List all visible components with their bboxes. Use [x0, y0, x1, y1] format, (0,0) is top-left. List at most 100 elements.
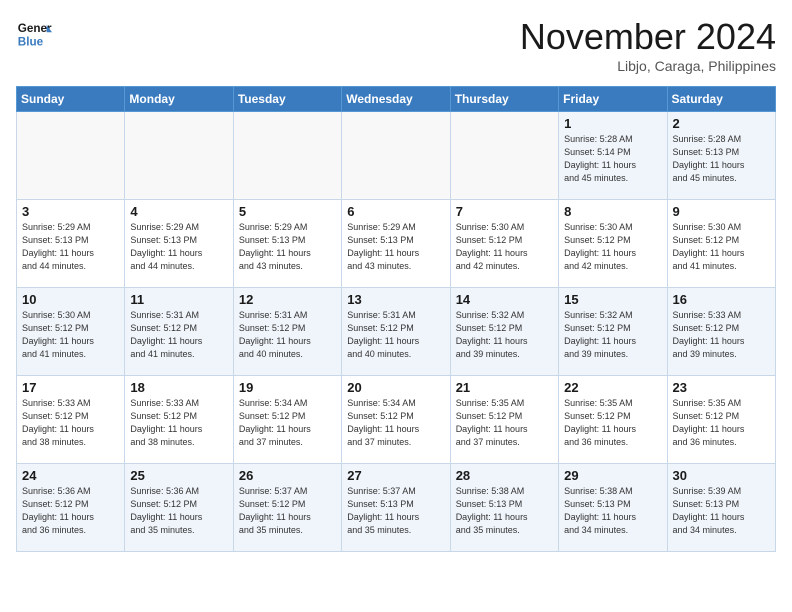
day-number: 27 [347, 468, 444, 483]
day-number: 2 [673, 116, 770, 131]
calendar-cell: 21 Sunrise: 5:35 AM Sunset: 5:12 PM Dayli… [450, 376, 558, 464]
calendar-cell: 17 Sunrise: 5:33 AM Sunset: 5:12 PM Dayli… [17, 376, 125, 464]
logo: General Blue [16, 16, 52, 52]
day-number: 13 [347, 292, 444, 307]
day-number: 4 [130, 204, 227, 219]
weekday-header: Wednesday [342, 87, 450, 112]
day-info: Sunrise: 5:36 AM Sunset: 5:12 PM Dayligh… [130, 485, 227, 537]
calendar-cell: 27 Sunrise: 5:37 AM Sunset: 5:13 PM Dayli… [342, 464, 450, 552]
calendar-cell: 5 Sunrise: 5:29 AM Sunset: 5:13 PM Daylig… [233, 200, 341, 288]
day-info: Sunrise: 5:30 AM Sunset: 5:12 PM Dayligh… [564, 221, 661, 273]
calendar-cell: 20Sunrise: 5:34 AM Sunset: 5:12 PM Dayli… [342, 376, 450, 464]
day-number: 7 [456, 204, 553, 219]
calendar-cell: 11 Sunrise: 5:31 AM Sunset: 5:12 PM Dayli… [125, 288, 233, 376]
logo-icon: General Blue [16, 16, 52, 52]
day-info: Sunrise: 5:39 AM Sunset: 5:13 PM Dayligh… [673, 485, 770, 537]
calendar-cell: 18Sunrise: 5:33 AM Sunset: 5:12 PM Dayli… [125, 376, 233, 464]
calendar-cell [17, 112, 125, 200]
calendar-cell: 26 Sunrise: 5:37 AM Sunset: 5:12 PM Dayli… [233, 464, 341, 552]
day-info: Sunrise: 5:31 AM Sunset: 5:12 PM Dayligh… [239, 309, 336, 361]
calendar-cell: 13 Sunrise: 5:31 AM Sunset: 5:12 PM Dayli… [342, 288, 450, 376]
day-info: Sunrise: 5:32 AM Sunset: 5:12 PM Dayligh… [456, 309, 553, 361]
weekday-header: Monday [125, 87, 233, 112]
day-info: Sunrise: 5:31 AM Sunset: 5:12 PM Dayligh… [347, 309, 444, 361]
day-info: Sunrise: 5:38 AM Sunset: 5:13 PM Dayligh… [564, 485, 661, 537]
day-number: 29 [564, 468, 661, 483]
day-number: 23 [673, 380, 770, 395]
calendar-cell: 2 Sunrise: 5:28 AM Sunset: 5:13 PM Daylig… [667, 112, 775, 200]
day-info: Sunrise: 5:34 AM Sunset: 5:12 PM Dayligh… [347, 397, 444, 449]
day-info: Sunrise: 5:29 AM Sunset: 5:13 PM Dayligh… [22, 221, 119, 273]
calendar-week-row: 1 Sunrise: 5:28 AM Sunset: 5:14 PM Daylig… [17, 112, 776, 200]
calendar-week-row: 10Sunrise: 5:30 AM Sunset: 5:12 PM Dayli… [17, 288, 776, 376]
weekday-header: Saturday [667, 87, 775, 112]
day-number: 15 [564, 292, 661, 307]
calendar-cell: 24 Sunrise: 5:36 AM Sunset: 5:12 PM Dayli… [17, 464, 125, 552]
day-number: 26 [239, 468, 336, 483]
calendar-cell [233, 112, 341, 200]
day-info: Sunrise: 5:33 AM Sunset: 5:12 PM Dayligh… [22, 397, 119, 449]
calendar-cell: 28Sunrise: 5:38 AM Sunset: 5:13 PM Dayli… [450, 464, 558, 552]
day-number: 30 [673, 468, 770, 483]
day-number: 17 [22, 380, 119, 395]
day-info: Sunrise: 5:33 AM Sunset: 5:12 PM Dayligh… [130, 397, 227, 449]
day-info: Sunrise: 5:37 AM Sunset: 5:12 PM Dayligh… [239, 485, 336, 537]
day-info: Sunrise: 5:29 AM Sunset: 5:13 PM Dayligh… [239, 221, 336, 273]
day-info: Sunrise: 5:32 AM Sunset: 5:12 PM Dayligh… [564, 309, 661, 361]
page-header: General Blue November 2024 Libjo, Caraga… [16, 16, 776, 74]
day-info: Sunrise: 5:35 AM Sunset: 5:12 PM Dayligh… [673, 397, 770, 449]
day-number: 25 [130, 468, 227, 483]
day-number: 11 [130, 292, 227, 307]
calendar-cell: 25 Sunrise: 5:36 AM Sunset: 5:12 PM Dayli… [125, 464, 233, 552]
calendar-cell [450, 112, 558, 200]
day-info: Sunrise: 5:28 AM Sunset: 5:13 PM Dayligh… [673, 133, 770, 185]
day-info: Sunrise: 5:28 AM Sunset: 5:14 PM Dayligh… [564, 133, 661, 185]
day-info: Sunrise: 5:35 AM Sunset: 5:12 PM Dayligh… [456, 397, 553, 449]
day-number: 1 [564, 116, 661, 131]
weekday-header: Tuesday [233, 87, 341, 112]
calendar-week-row: 17 Sunrise: 5:33 AM Sunset: 5:12 PM Dayli… [17, 376, 776, 464]
day-info: Sunrise: 5:29 AM Sunset: 5:13 PM Dayligh… [347, 221, 444, 273]
calendar-cell: 29 Sunrise: 5:38 AM Sunset: 5:13 PM Dayli… [559, 464, 667, 552]
weekday-header: Thursday [450, 87, 558, 112]
day-info: Sunrise: 5:34 AM Sunset: 5:12 PM Dayligh… [239, 397, 336, 449]
calendar-week-row: 3Sunrise: 5:29 AM Sunset: 5:13 PM Daylig… [17, 200, 776, 288]
day-number: 16 [673, 292, 770, 307]
calendar-cell: 30 Sunrise: 5:39 AM Sunset: 5:13 PM Dayli… [667, 464, 775, 552]
day-info: Sunrise: 5:35 AM Sunset: 5:12 PM Dayligh… [564, 397, 661, 449]
day-number: 14 [456, 292, 553, 307]
day-number: 8 [564, 204, 661, 219]
title-block: November 2024 Libjo, Caraga, Philippines [520, 16, 776, 74]
calendar-cell: 22 Sunrise: 5:35 AM Sunset: 5:12 PM Dayli… [559, 376, 667, 464]
calendar-cell: 16 Sunrise: 5:33 AM Sunset: 5:12 PM Dayli… [667, 288, 775, 376]
day-number: 5 [239, 204, 336, 219]
day-info: Sunrise: 5:33 AM Sunset: 5:12 PM Dayligh… [673, 309, 770, 361]
calendar-cell: 8 Sunrise: 5:30 AM Sunset: 5:12 PM Daylig… [559, 200, 667, 288]
calendar-cell: 12 Sunrise: 5:31 AM Sunset: 5:12 PM Dayli… [233, 288, 341, 376]
day-number: 22 [564, 380, 661, 395]
weekday-header-row: SundayMondayTuesdayWednesdayThursdayFrid… [17, 87, 776, 112]
calendar-cell: 4Sunrise: 5:29 AM Sunset: 5:13 PM Daylig… [125, 200, 233, 288]
calendar-cell [125, 112, 233, 200]
day-number: 24 [22, 468, 119, 483]
calendar-table: SundayMondayTuesdayWednesdayThursdayFrid… [16, 86, 776, 552]
calendar-cell: 23 Sunrise: 5:35 AM Sunset: 5:12 PM Dayli… [667, 376, 775, 464]
day-info: Sunrise: 5:36 AM Sunset: 5:12 PM Dayligh… [22, 485, 119, 537]
calendar-week-row: 24 Sunrise: 5:36 AM Sunset: 5:12 PM Dayli… [17, 464, 776, 552]
day-info: Sunrise: 5:30 AM Sunset: 5:12 PM Dayligh… [456, 221, 553, 273]
weekday-header: Sunday [17, 87, 125, 112]
day-info: Sunrise: 5:30 AM Sunset: 5:12 PM Dayligh… [673, 221, 770, 273]
calendar-cell: 6 Sunrise: 5:29 AM Sunset: 5:13 PM Daylig… [342, 200, 450, 288]
calendar-cell: 9Sunrise: 5:30 AM Sunset: 5:12 PM Daylig… [667, 200, 775, 288]
day-info: Sunrise: 5:31 AM Sunset: 5:12 PM Dayligh… [130, 309, 227, 361]
calendar-cell [342, 112, 450, 200]
day-number: 6 [347, 204, 444, 219]
day-number: 12 [239, 292, 336, 307]
calendar-cell: 7 Sunrise: 5:30 AM Sunset: 5:12 PM Daylig… [450, 200, 558, 288]
calendar-cell: 10Sunrise: 5:30 AM Sunset: 5:12 PM Dayli… [17, 288, 125, 376]
calendar-cell: 3Sunrise: 5:29 AM Sunset: 5:13 PM Daylig… [17, 200, 125, 288]
day-info: Sunrise: 5:37 AM Sunset: 5:13 PM Dayligh… [347, 485, 444, 537]
calendar-cell: 14 Sunrise: 5:32 AM Sunset: 5:12 PM Dayli… [450, 288, 558, 376]
day-number: 21 [456, 380, 553, 395]
calendar-cell: 1 Sunrise: 5:28 AM Sunset: 5:14 PM Daylig… [559, 112, 667, 200]
